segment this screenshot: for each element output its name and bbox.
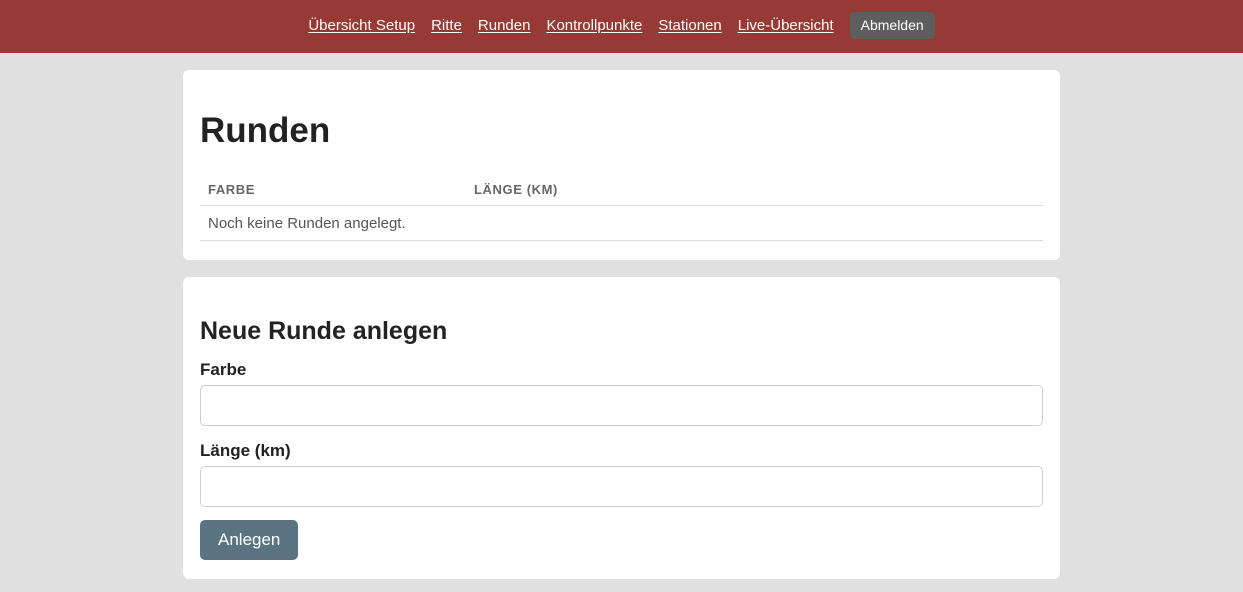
color-input[interactable]	[200, 385, 1043, 426]
nav-link-runden[interactable]: Runden	[478, 17, 531, 34]
table-row: Noch keine Runden angelegt.	[200, 205, 1043, 241]
rounds-table: FARBE LÄNGE (KM) Noch keine Runden angel…	[200, 177, 1043, 241]
table-header-row: FARBE LÄNGE (KM)	[200, 177, 1043, 206]
page-title: Runden	[200, 111, 331, 150]
nav-link-live-uebersicht[interactable]: Live-Übersicht	[738, 17, 834, 34]
column-header-farbe: FARBE	[200, 177, 466, 206]
color-label: Farbe	[200, 360, 247, 379]
nav-link-ritte[interactable]: Ritte	[431, 17, 462, 34]
length-label: Länge (km)	[200, 441, 291, 460]
new-round-card: Neue Runde anlegen Farbe Länge (km) Anle…	[183, 277, 1060, 579]
nav-link-stationen[interactable]: Stationen	[658, 17, 721, 34]
nav-link-kontrollpunkte[interactable]: Kontrollpunkte	[546, 17, 642, 34]
column-header-laenge: LÄNGE (KM)	[466, 177, 1043, 206]
rounds-card: Runden FARBE LÄNGE (KM) Noch keine Runde…	[183, 70, 1060, 260]
create-button[interactable]: Anlegen	[200, 520, 299, 560]
new-round-form: Farbe Länge (km) Anlegen	[200, 360, 1043, 560]
nav-link-uebersicht-setup[interactable]: Übersicht Setup	[308, 17, 415, 34]
top-navigation: Übersicht Setup Ritte Runden Kontrollpun…	[0, 0, 1243, 53]
logout-button[interactable]: Abmelden	[849, 12, 935, 39]
empty-message: Noch keine Runden angelegt.	[200, 205, 1043, 241]
length-input[interactable]	[200, 466, 1043, 507]
form-title: Neue Runde anlegen	[200, 317, 448, 345]
